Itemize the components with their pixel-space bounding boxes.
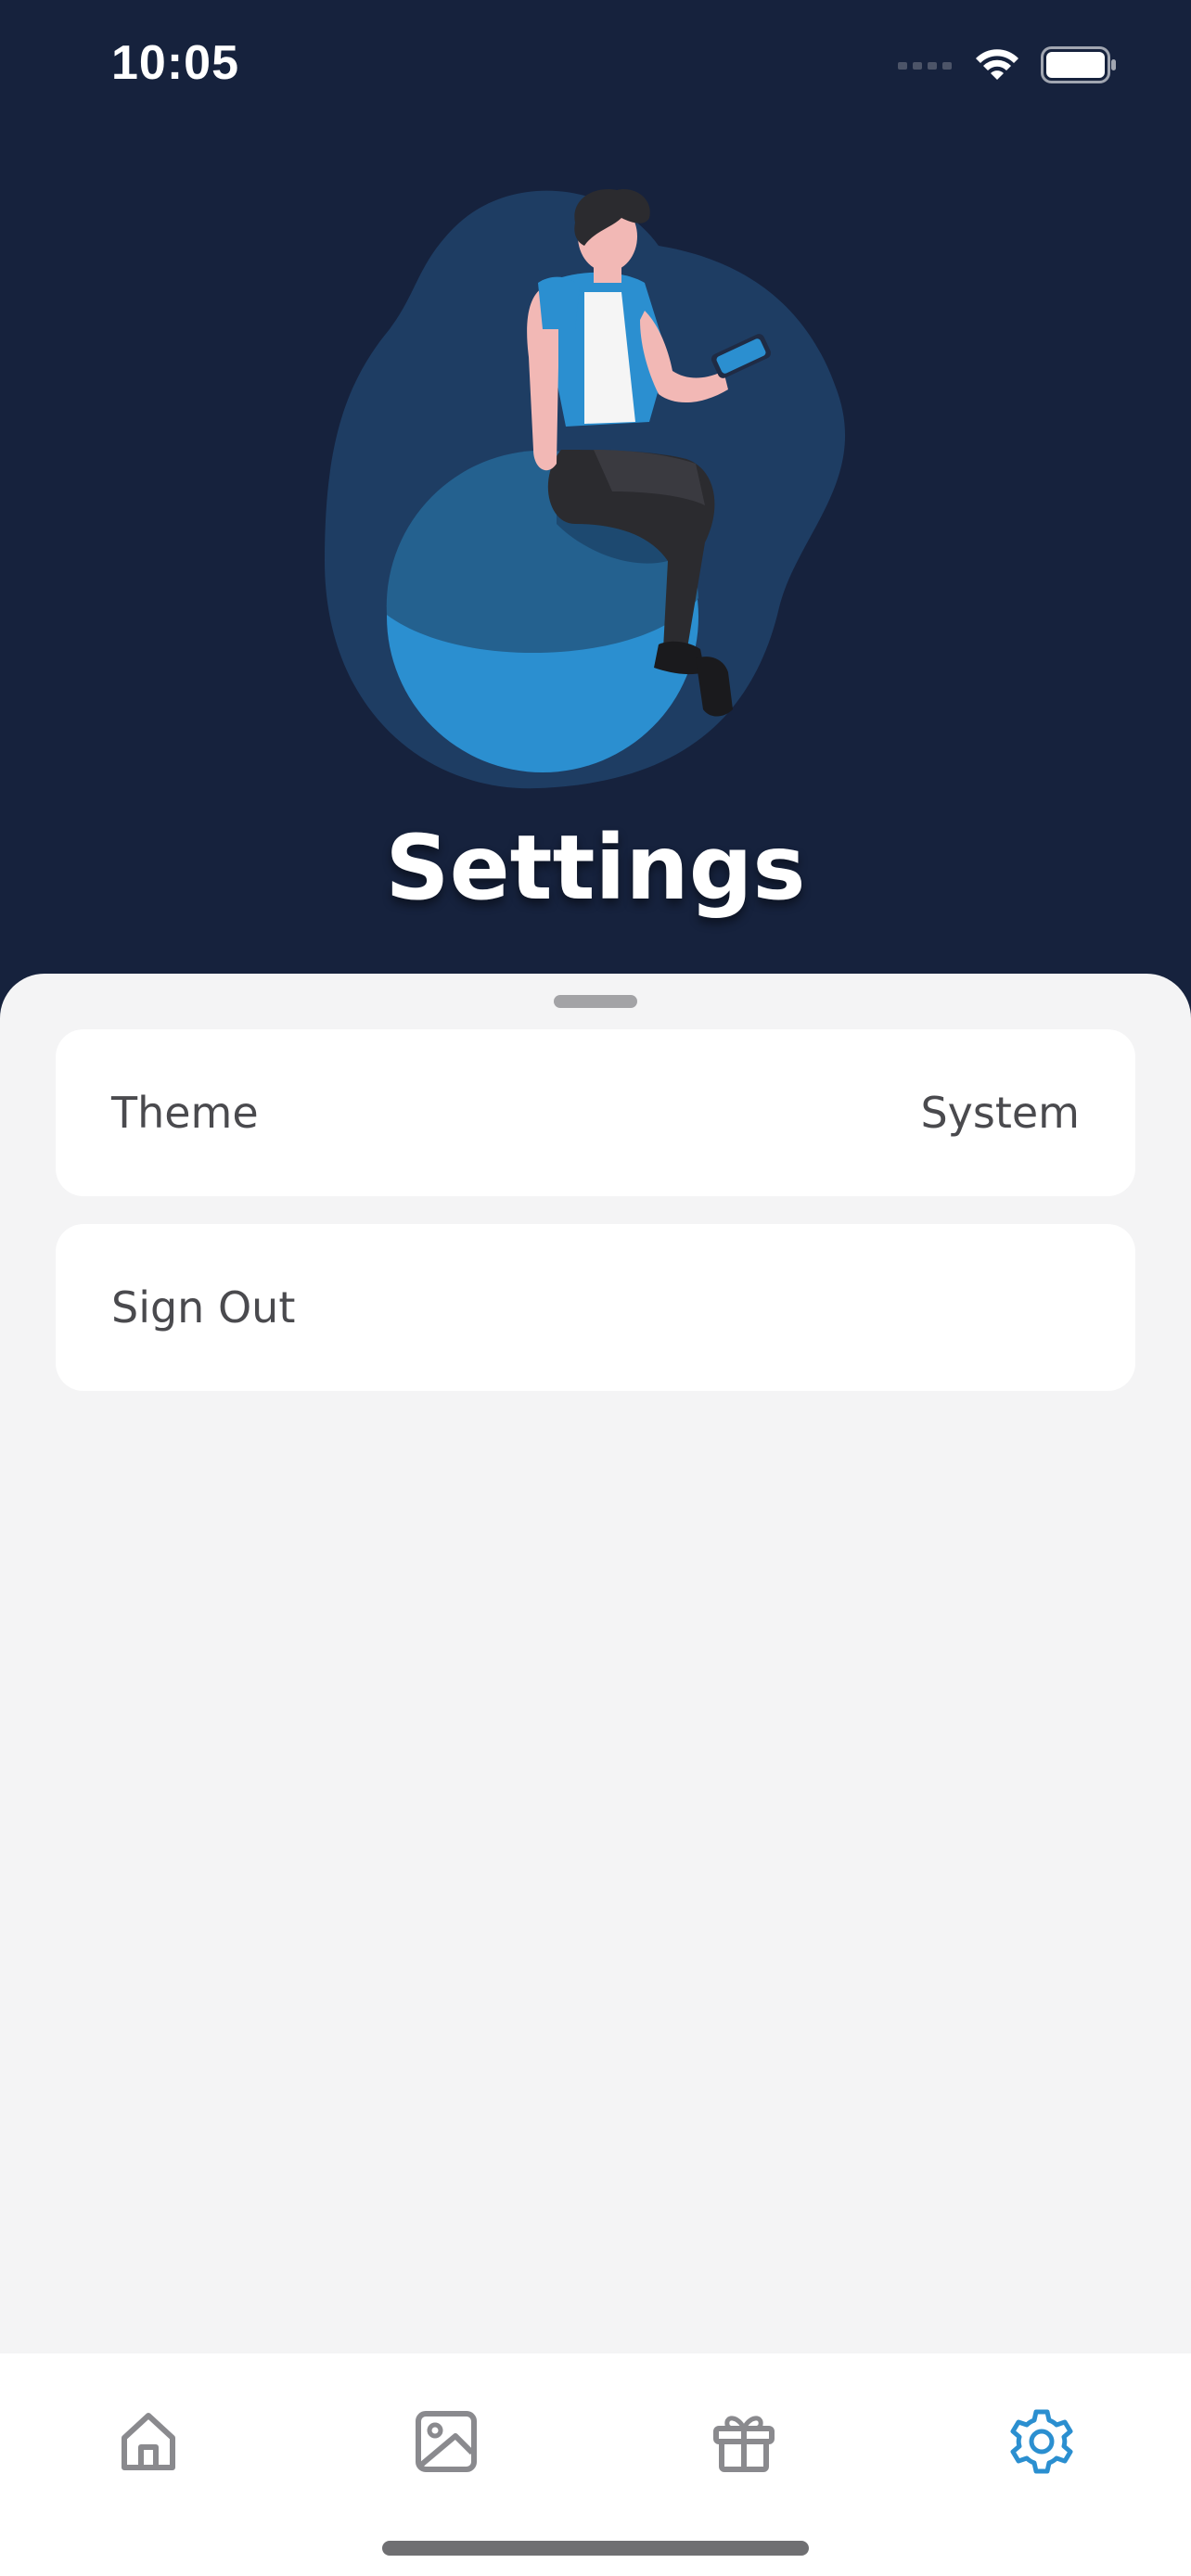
- tab-home[interactable]: [111, 2404, 186, 2479]
- wifi-icon: [976, 49, 1018, 80]
- status-bar: 10:05: [0, 0, 1191, 130]
- home-indicator[interactable]: [382, 2541, 809, 2556]
- sheet-drag-handle[interactable]: [554, 995, 637, 1008]
- tab-settings[interactable]: [1005, 2404, 1079, 2479]
- image-icon: [416, 2411, 477, 2472]
- page-title: Settings: [385, 816, 806, 920]
- settings-sheet: Theme System Sign Out: [0, 974, 1191, 2355]
- gift-icon: [713, 2416, 775, 2472]
- theme-value: System: [920, 1088, 1080, 1138]
- person-on-sphere-illustration: [325, 189, 846, 789]
- home-icon: [122, 2413, 175, 2470]
- theme-setting-row[interactable]: Theme System: [56, 1029, 1135, 1196]
- settings-screen: Settings 10:05 Theme System Sign Out: [0, 0, 1191, 2576]
- theme-label: Theme: [111, 1088, 259, 1138]
- sign-out-label: Sign Out: [111, 1282, 296, 1333]
- signal-icon: [898, 62, 952, 70]
- sign-out-button[interactable]: Sign Out: [56, 1224, 1135, 1391]
- status-time: 10:05: [111, 36, 239, 90]
- status-icons: [898, 46, 1117, 83]
- settings-header: Settings: [0, 0, 1191, 974]
- tab-gallery[interactable]: [409, 2404, 483, 2479]
- tab-rewards[interactable]: [707, 2404, 781, 2479]
- battery-icon: [1041, 46, 1116, 83]
- gear-icon: [1010, 2409, 1073, 2474]
